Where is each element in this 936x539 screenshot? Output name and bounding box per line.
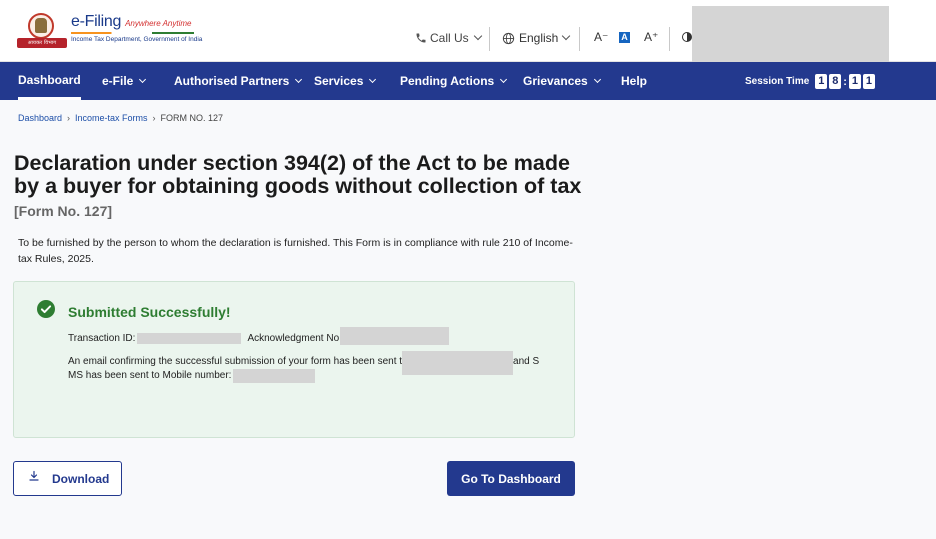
emblem-icon: आयकर विभाग — [17, 13, 67, 50]
form-number: [Form No. 127] — [14, 203, 113, 219]
chevron-down-icon — [593, 75, 601, 84]
font-decrease-button[interactable]: A⁻ — [594, 30, 608, 44]
session-label: Session Time — [745, 76, 810, 87]
breadcrumb-income-tax-forms[interactable]: Income-tax Forms — [75, 113, 148, 123]
nav-services[interactable]: Services — [314, 62, 377, 100]
redacted-user-area — [692, 6, 889, 62]
transaction-id-label: Transaction ID: — [68, 332, 136, 344]
nav-dashboard[interactable]: Dashboard — [18, 62, 81, 100]
session-digit: 1 — [848, 74, 861, 89]
emblem-ribbon: आयकर विभाग — [17, 38, 67, 48]
redacted-transaction-id — [137, 332, 242, 344]
nav-grievances[interactable]: Grievances — [523, 62, 601, 100]
language-select[interactable]: English — [502, 31, 571, 45]
chevron-down-icon — [562, 31, 571, 41]
go-to-dashboard-button[interactable]: Go To Dashboard — [447, 461, 575, 496]
breadcrumb-dashboard[interactable]: Dashboard — [18, 113, 62, 123]
redacted-acknowledgment-no — [340, 327, 450, 345]
transaction-row: Transaction ID: Acknowledgment No — [68, 327, 450, 345]
session-digit: 1 — [862, 74, 875, 89]
contrast-icon[interactable] — [682, 32, 692, 42]
session-digit: 1 — [815, 74, 828, 89]
breadcrumb: Dashboard › Income-tax Forms › FORM NO. … — [18, 113, 224, 123]
acknowledgment-label: Acknowledgment No — [247, 332, 340, 344]
logo-subtitle: Income Tax Department, Government of Ind… — [71, 36, 203, 43]
session-digit: 8 — [829, 74, 842, 89]
nav-e-file[interactable]: e-File — [102, 62, 147, 100]
language-label: English — [519, 31, 559, 45]
top-header: आयकर विभाग e-Filing Anywhere Anytime Inc… — [0, 0, 936, 62]
chevron-down-icon — [500, 75, 508, 84]
confirmation-message: An email confirming the successful submi… — [68, 351, 568, 384]
breadcrumb-current: FORM NO. 127 — [160, 113, 224, 123]
logo-title: e-Filing — [71, 13, 122, 30]
redacted-mobile — [233, 369, 316, 383]
form-description: To be furnished by the person to whom th… — [18, 237, 573, 265]
divider — [489, 27, 490, 51]
font-normal-button[interactable]: A — [619, 32, 630, 43]
check-circle-icon — [37, 300, 55, 318]
font-increase-button[interactable]: A⁺ — [644, 30, 658, 44]
call-us-menu[interactable]: Call Us — [415, 31, 482, 45]
chevron-down-icon — [295, 75, 303, 84]
download-button[interactable]: Download — [13, 461, 122, 496]
call-us-label: Call Us — [430, 31, 469, 45]
chevron-down-icon — [369, 75, 377, 84]
efiling-logo[interactable]: आयकर विभाग e-Filing Anywhere Anytime Inc… — [17, 13, 202, 50]
download-icon — [29, 470, 39, 481]
nav-pending-actions[interactable]: Pending Actions — [400, 62, 508, 100]
session-timer: Session Time 1 8 : 1 1 — [745, 74, 875, 89]
phone-icon — [416, 33, 426, 43]
redacted-email — [402, 351, 514, 375]
success-card: Submitted Successfully! Transaction ID: … — [13, 281, 575, 438]
download-label: Download — [52, 471, 110, 486]
logo-tagline: Anywhere Anytime — [125, 19, 192, 28]
globe-icon — [502, 32, 515, 44]
page-title: Declaration under section 394(2) of the … — [14, 151, 582, 198]
nav-help[interactable]: Help — [621, 62, 647, 100]
divider — [579, 27, 580, 51]
go-to-dashboard-label: Go To Dashboard — [461, 471, 561, 486]
success-title: Submitted Successfully! — [68, 304, 231, 320]
nav-authorised-partners[interactable]: Authorised Partners — [174, 62, 303, 100]
divider — [669, 27, 670, 51]
chevron-down-icon — [139, 75, 147, 84]
chevron-down-icon — [473, 31, 482, 41]
